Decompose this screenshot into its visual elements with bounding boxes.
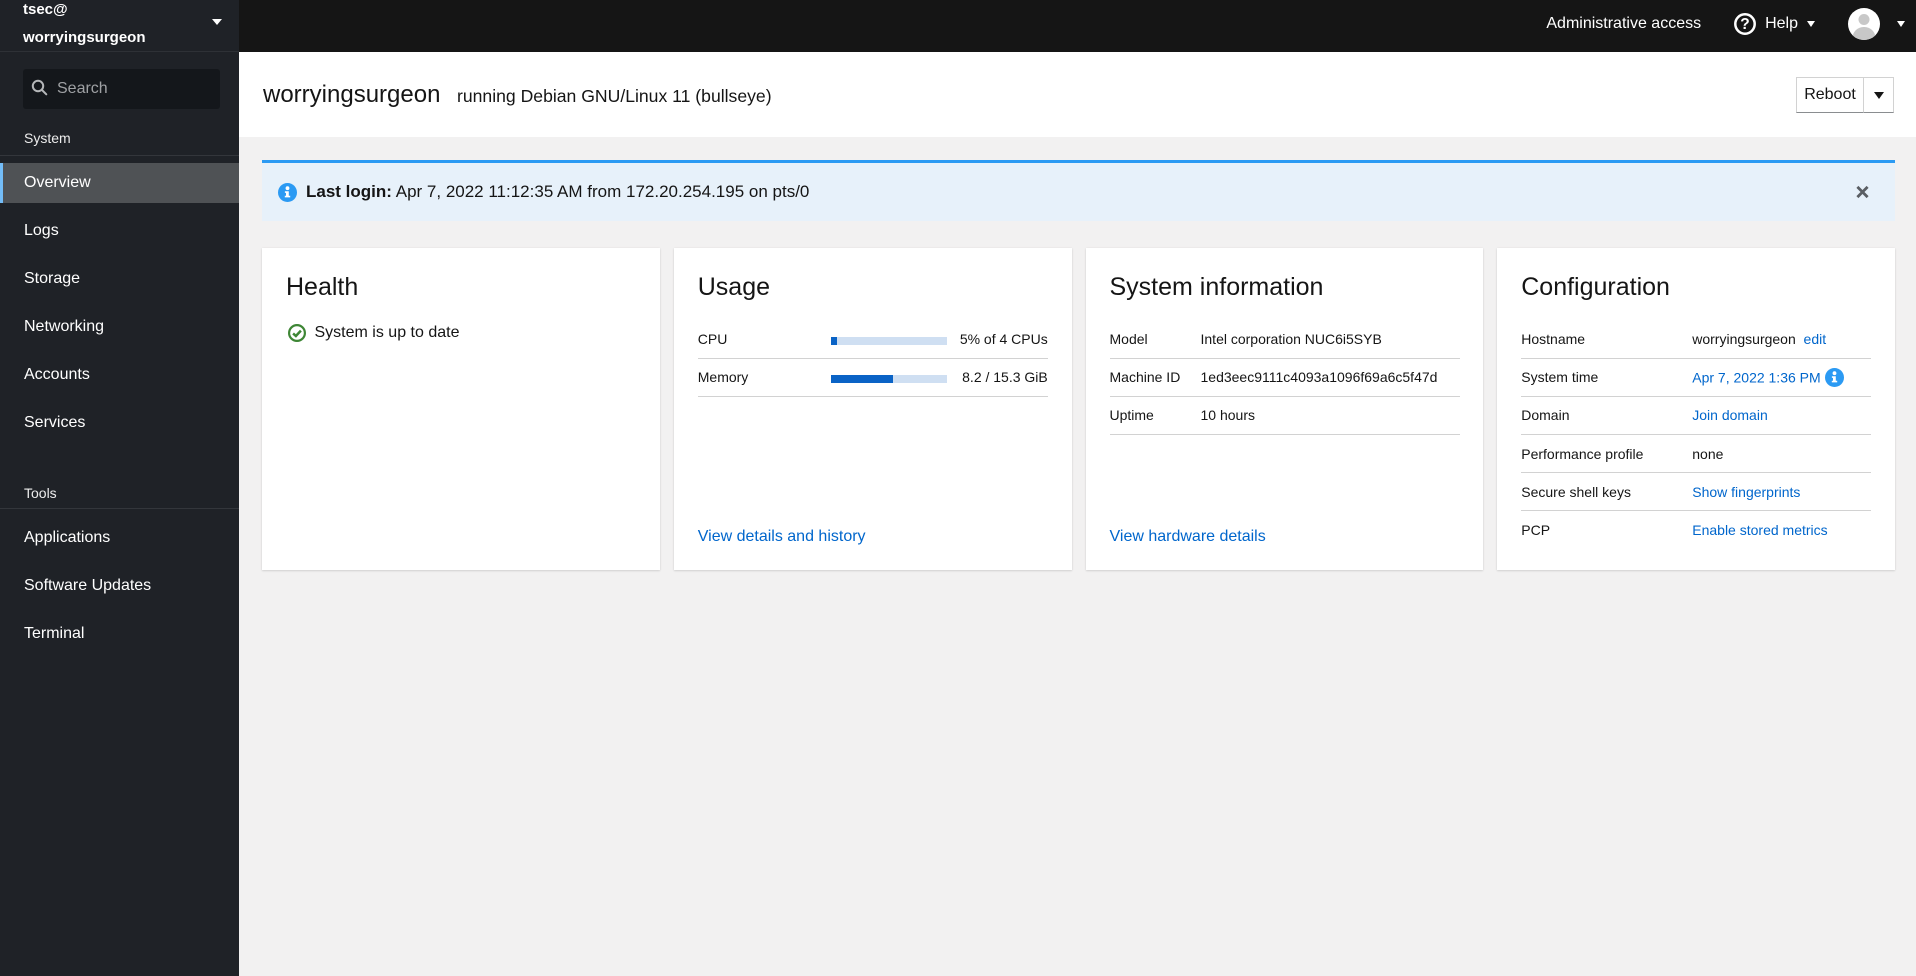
svg-text:?: ? [1740, 16, 1749, 33]
